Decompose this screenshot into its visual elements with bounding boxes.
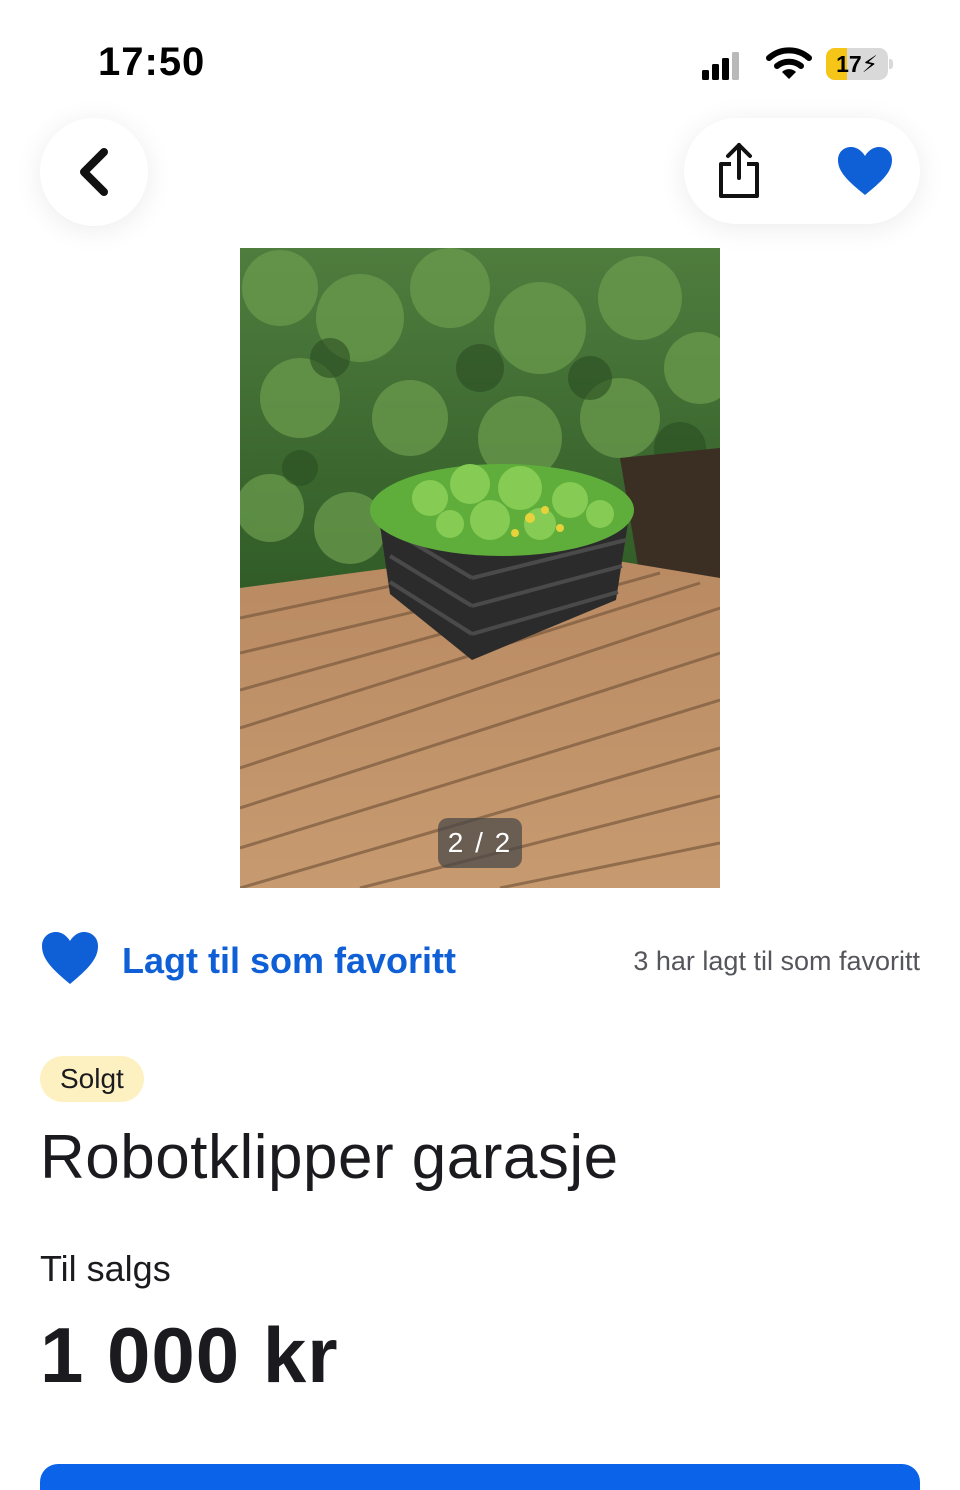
wifi-icon: [766, 47, 812, 79]
back-button[interactable]: [40, 118, 148, 226]
signal-icon: [702, 52, 739, 80]
primary-action-button[interactable]: [40, 1464, 920, 1490]
action-pill: [684, 118, 920, 224]
favorite-label[interactable]: Lagt til som favoritt: [122, 940, 456, 982]
listing-price: 1 000 kr: [40, 1311, 339, 1399]
share-button[interactable]: [716, 142, 762, 200]
heart-filled-icon: [838, 147, 892, 195]
listing-photo[interactable]: [240, 248, 720, 888]
listing-title: Robotklipper garasje: [40, 1123, 619, 1192]
status-badge: Solgt: [40, 1056, 144, 1102]
battery-level: 17: [836, 51, 862, 77]
photo-counter: 2 / 2: [438, 818, 522, 868]
heart-filled-icon: [42, 932, 98, 984]
favorite-count: 3 har lagt til som favoritt: [633, 946, 920, 976]
favorite-button[interactable]: [836, 145, 894, 197]
battery-charging-icon: 17⚡: [826, 48, 893, 80]
chevron-left-icon: [80, 148, 108, 196]
status-time: 17:50: [98, 40, 206, 84]
listing-category: Til salgs: [40, 1248, 171, 1289]
favorite-row[interactable]: Lagt til som favoritt 3 har lagt til som…: [40, 928, 920, 998]
share-icon: [719, 143, 759, 198]
photo-illustration: [240, 248, 720, 888]
status-bar: 17:50 17⚡: [0, 0, 960, 110]
